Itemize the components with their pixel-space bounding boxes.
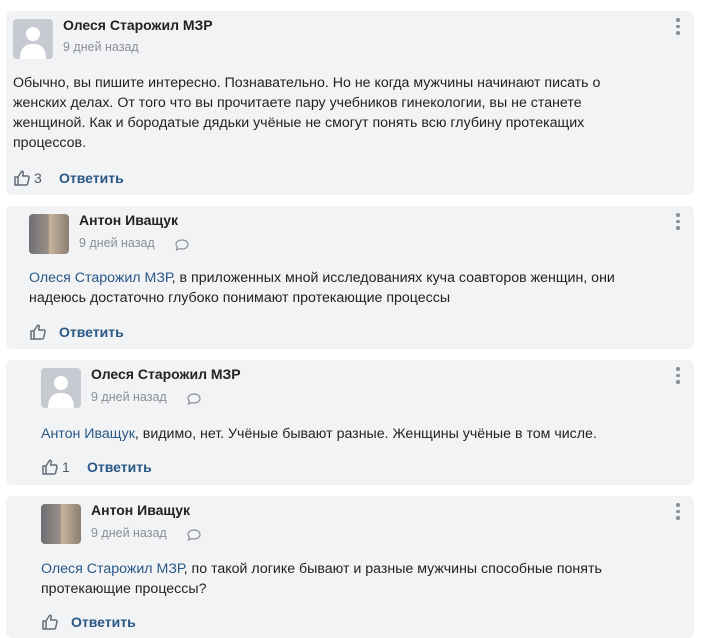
like-button[interactable]: 1	[41, 458, 70, 476]
comment-time[interactable]: 9 дней назад	[63, 40, 139, 54]
more-options-icon[interactable]	[675, 18, 681, 38]
reply-button[interactable]: Ответить	[87, 459, 152, 475]
more-options-icon[interactable]	[675, 503, 681, 523]
like-button[interactable]	[41, 613, 62, 631]
like-count: 1	[62, 459, 70, 475]
speech-bubble-icon[interactable]	[175, 239, 189, 251]
user-silhouette-icon	[48, 376, 74, 408]
comment-card: Олеся Старожил МЗР 9 дней назад Антон Ив…	[6, 360, 694, 485]
comment-text-content: , видимо, нет. Учёные бывают разные. Жен…	[134, 426, 597, 442]
thumbs-up-icon	[42, 459, 58, 475]
comment-card: Антон Иващук 9 дней назад Олеся Старожил…	[6, 206, 694, 349]
comment-time[interactable]: 9 дней назад	[91, 390, 167, 404]
avatar[interactable]	[41, 368, 81, 408]
comment-time[interactable]: 9 дней назад	[91, 526, 167, 540]
more-options-icon[interactable]	[675, 367, 681, 387]
avatar[interactable]	[41, 504, 81, 544]
avatar[interactable]	[29, 214, 69, 254]
comment-card: Антон Иващук 9 дней назад Олеся Старожил…	[6, 496, 694, 638]
like-button[interactable]	[29, 323, 50, 341]
comment-text: Олеся Старожил МЗР, по такой логике быва…	[41, 559, 651, 599]
mention-link[interactable]: Олеся Старожил МЗР	[41, 561, 184, 577]
comment-text: Антон Иващук, видимо, нет. Учёные бывают…	[41, 424, 661, 444]
avatar[interactable]	[13, 19, 53, 59]
comment-text: Олеся Старожил МЗР, в приложенных мной и…	[29, 268, 659, 308]
user-silhouette-icon	[20, 27, 46, 59]
comment-author[interactable]: Олеся Старожил МЗР	[91, 366, 241, 382]
like-button[interactable]: 3	[13, 169, 42, 187]
comment-author[interactable]: Антон Иващук	[91, 502, 190, 518]
reply-button[interactable]: Ответить	[59, 324, 124, 340]
thumbs-up-icon	[14, 170, 30, 186]
comment-time[interactable]: 9 дней назад	[79, 236, 155, 250]
more-options-icon[interactable]	[675, 213, 681, 233]
mention-link[interactable]: Олеся Старожил МЗР	[29, 270, 172, 286]
comment-author[interactable]: Олеся Старожил МЗР	[63, 17, 213, 33]
reply-button[interactable]: Ответить	[59, 170, 124, 186]
thumbs-up-icon	[30, 324, 46, 340]
speech-bubble-icon[interactable]	[187, 529, 201, 541]
reply-button[interactable]: Ответить	[71, 614, 136, 630]
like-count: 3	[34, 170, 42, 186]
comment-card: Олеся Старожил МЗР 9 дней назад Обычно, …	[6, 11, 694, 195]
thumbs-up-icon	[42, 614, 58, 630]
comment-text: Обычно, вы пишите интересно. Познаватель…	[13, 75, 601, 151]
mention-link[interactable]: Антон Иващук	[41, 426, 135, 442]
comment-author[interactable]: Антон Иващук	[79, 212, 178, 228]
speech-bubble-icon[interactable]	[187, 393, 201, 405]
